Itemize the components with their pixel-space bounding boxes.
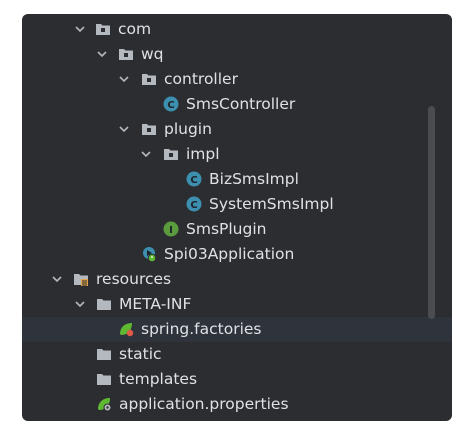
tree-item-smscontroller[interactable]: C SmsController bbox=[22, 92, 452, 117]
tree-item-label: resources bbox=[96, 270, 172, 288]
tree-item-templates[interactable]: templates bbox=[22, 367, 452, 392]
folder-icon bbox=[97, 349, 111, 360]
tree-item-label: com bbox=[118, 20, 152, 38]
package-folder-icon bbox=[119, 49, 133, 60]
vertical-scrollbar[interactable] bbox=[428, 106, 435, 319]
chevron-down-icon[interactable] bbox=[97, 49, 107, 59]
tree-item-wq[interactable]: wq bbox=[22, 42, 452, 67]
folder-icon bbox=[97, 374, 111, 385]
tree-item-application-properties[interactable]: application.properties bbox=[22, 392, 452, 417]
tree-item-meta-inf[interactable]: META-INF bbox=[22, 292, 452, 317]
chevron-down-icon[interactable] bbox=[75, 24, 85, 34]
tree-item-impl[interactable]: impl bbox=[22, 142, 452, 167]
package-folder-icon bbox=[96, 24, 110, 35]
tree-item-label: SmsPlugin bbox=[186, 220, 267, 238]
chevron-down-icon[interactable] bbox=[119, 74, 129, 84]
tree-item-label: templates bbox=[119, 370, 198, 388]
tree-item-label: static bbox=[119, 345, 162, 363]
tree-item-smsplugin[interactable]: I SmsPlugin bbox=[22, 217, 452, 242]
tree-item-label: wq bbox=[141, 45, 164, 63]
tree-item-label: application.properties bbox=[119, 395, 289, 413]
package-folder-icon bbox=[164, 149, 178, 160]
tree-item-systemsmsimpl[interactable]: C SystemSmsImpl bbox=[22, 192, 452, 217]
interface-icon: I bbox=[163, 221, 179, 237]
tree-item-label: spring.factories bbox=[141, 320, 262, 338]
tree-item-label: controller bbox=[164, 70, 238, 88]
tree-item-static[interactable]: static bbox=[22, 342, 452, 367]
resources-folder-icon bbox=[74, 274, 88, 286]
chevron-down-icon[interactable] bbox=[141, 149, 151, 159]
tree-item-spring-factories[interactable]: spring.factories bbox=[22, 317, 452, 342]
package-folder-icon bbox=[142, 74, 156, 85]
tree-item-label: BizSmsImpl bbox=[209, 170, 299, 188]
tree-item-label: SystemSmsImpl bbox=[209, 195, 334, 213]
package-folder-icon bbox=[142, 124, 156, 135]
chevron-down-icon[interactable] bbox=[52, 274, 62, 284]
tree-item-bizsmsimpl[interactable]: C BizSmsImpl bbox=[22, 167, 452, 192]
class-icon: C bbox=[186, 196, 202, 212]
tree-item-label: plugin bbox=[164, 120, 212, 138]
tree-item-label: impl bbox=[186, 145, 220, 163]
spring-boot-app-icon bbox=[143, 247, 157, 262]
chevron-down-icon[interactable] bbox=[119, 124, 129, 134]
spring-properties-icon bbox=[98, 398, 112, 412]
svg-text:C: C bbox=[190, 175, 197, 186]
class-icon: C bbox=[163, 96, 179, 112]
tree-item-controller[interactable]: controller bbox=[22, 67, 452, 92]
chevron-down-icon[interactable] bbox=[75, 299, 85, 309]
tree-item-resources[interactable]: resources bbox=[22, 267, 452, 292]
svg-text:C: C bbox=[167, 100, 174, 111]
tree-item-plugin[interactable]: plugin bbox=[22, 117, 452, 142]
project-tree-panel: com wq controller C SmsController plugin… bbox=[22, 14, 452, 421]
class-icon: C bbox=[186, 171, 202, 187]
svg-text:C: C bbox=[190, 200, 197, 211]
folder-icon bbox=[97, 299, 111, 310]
tree-item-label: Spi03Application bbox=[164, 245, 295, 263]
tree-item-com[interactable]: com bbox=[22, 17, 452, 42]
tree-item-label: SmsController bbox=[186, 95, 296, 113]
spring-factories-icon bbox=[120, 323, 134, 337]
tree-item-label: META-INF bbox=[119, 295, 192, 313]
svg-text:I: I bbox=[169, 225, 173, 236]
tree-item-spi03application[interactable]: Spi03Application bbox=[22, 242, 452, 267]
